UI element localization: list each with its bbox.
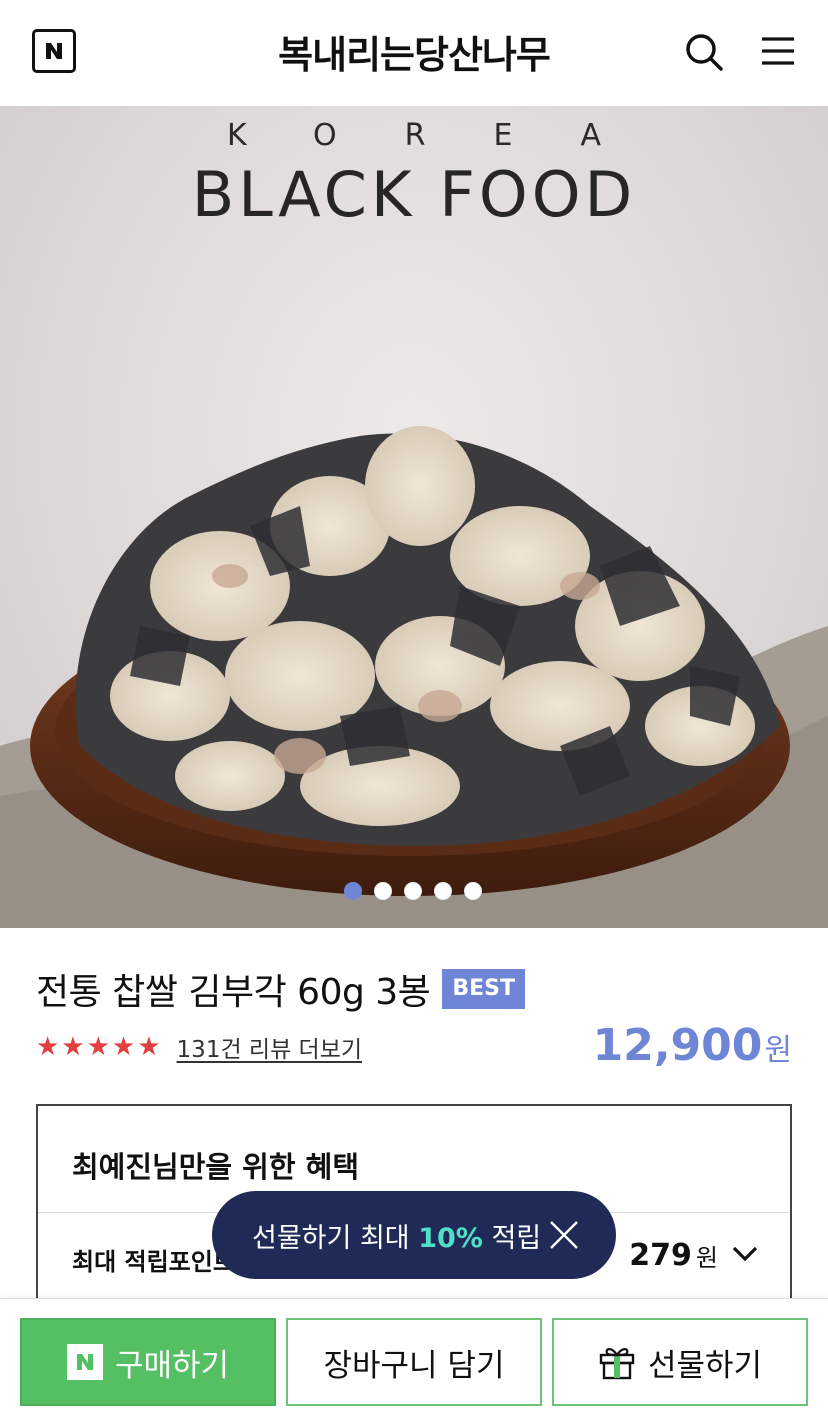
max-points-unit: 원 [695, 1244, 718, 1272]
search-button[interactable] [684, 32, 724, 72]
price-value: 12,900 [592, 1020, 763, 1071]
review-more-link[interactable]: 131건 리뷰 더보기 [177, 1030, 362, 1064]
max-points-value: 279 [629, 1238, 692, 1273]
buy-button[interactable]: 구매하기 [20, 1318, 276, 1406]
toast-message: 선물하기 최대 10% 적립 [252, 1216, 541, 1255]
carousel-dot[interactable] [374, 882, 392, 900]
toast-text-after: 적립 [482, 1222, 542, 1254]
max-points-label: 최대 적립포인트 [72, 1248, 235, 1276]
benefit-title: 최예진님만을 위한 혜택 [72, 1150, 359, 1184]
menu-button[interactable] [760, 34, 796, 68]
product-name: 전통 찹쌀 김부각 60g 3봉 [36, 972, 431, 1013]
brand-korea-text: KOREA [227, 118, 669, 153]
toast-text-before: 선물하기 최대 [252, 1222, 419, 1254]
gift-label: 선물하기 [647, 1347, 763, 1384]
price-unit: 원 [764, 1033, 792, 1068]
naver-pay-icon [66, 1344, 103, 1380]
max-points-toggle[interactable]: 279 원 [629, 1238, 758, 1273]
add-to-cart-button[interactable]: 장바구니 담기 [286, 1318, 542, 1406]
cart-label: 장바구니 담기 [323, 1347, 505, 1384]
close-icon[interactable] [548, 1219, 580, 1251]
carousel-dot[interactable] [464, 882, 482, 900]
best-badge: BEST [442, 969, 525, 1009]
star-rating: ★★★★★ [36, 1032, 163, 1062]
carousel-indicator [344, 882, 482, 900]
product-price: 12,900 원 [593, 1020, 792, 1071]
carousel-dot[interactable] [404, 882, 422, 900]
rating-row: ★★★★★ 131건 리뷰 더보기 [36, 1030, 362, 1064]
brand-black-food-text: BLACK FOOD [191, 158, 637, 231]
carousel-dot[interactable] [344, 882, 362, 900]
carousel-dot[interactable] [434, 882, 452, 900]
search-icon [686, 34, 723, 71]
chevron-down-icon [732, 1246, 758, 1266]
buy-label: 구매하기 [114, 1347, 230, 1384]
product-name-row: 전통 찹쌀 김부각 60g 3봉 BEST [36, 963, 525, 1015]
gift-promo-toast[interactable]: 선물하기 최대 10% 적립 [212, 1191, 616, 1279]
top-header: 복내리는당산나무 [0, 0, 828, 106]
gift-button[interactable]: 선물하기 [552, 1318, 808, 1406]
hamburger-menu-icon [762, 37, 794, 65]
bottom-action-bar: 구매하기 장바구니 담기 선물하기 [0, 1298, 828, 1424]
product-image-carousel[interactable]: KOREA BLACK FOOD [0, 106, 828, 928]
gift-icon [599, 1348, 635, 1380]
toast-highlight: 10% [418, 1222, 483, 1254]
